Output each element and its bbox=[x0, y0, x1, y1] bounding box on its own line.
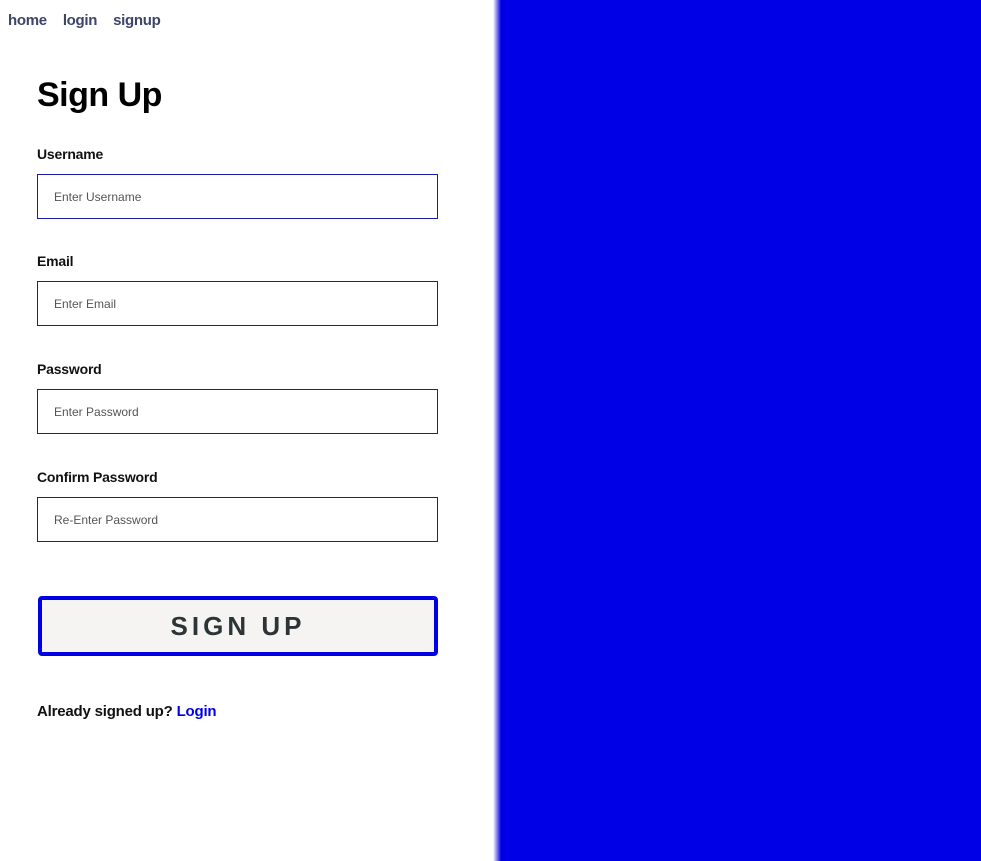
sign-up-button[interactable]: SIGN UP bbox=[38, 596, 438, 656]
password-group: Password bbox=[37, 361, 438, 434]
username-input[interactable] bbox=[37, 174, 438, 219]
email-group: Email bbox=[37, 253, 438, 326]
already-text: Already signed up? bbox=[37, 703, 173, 720]
confirm-password-group: Confirm Password bbox=[37, 469, 438, 542]
email-label: Email bbox=[37, 253, 74, 269]
email-input[interactable] bbox=[37, 281, 438, 326]
page-title: Sign Up bbox=[37, 76, 162, 114]
nav-home-link[interactable]: home bbox=[8, 12, 47, 29]
password-label: Password bbox=[37, 361, 102, 377]
login-link[interactable]: Login bbox=[177, 703, 217, 720]
username-group: Username bbox=[37, 146, 438, 219]
nav-signup-link[interactable]: signup bbox=[113, 12, 161, 29]
top-nav: home login signup bbox=[8, 12, 161, 29]
already-signed-up: Already signed up? Login bbox=[37, 703, 217, 720]
confirm-password-label: Confirm Password bbox=[37, 469, 158, 485]
username-label: Username bbox=[37, 146, 104, 162]
password-input[interactable] bbox=[37, 389, 438, 434]
confirm-password-input[interactable] bbox=[37, 497, 438, 542]
nav-login-link[interactable]: login bbox=[63, 12, 98, 29]
blue-side-panel bbox=[493, 0, 981, 861]
